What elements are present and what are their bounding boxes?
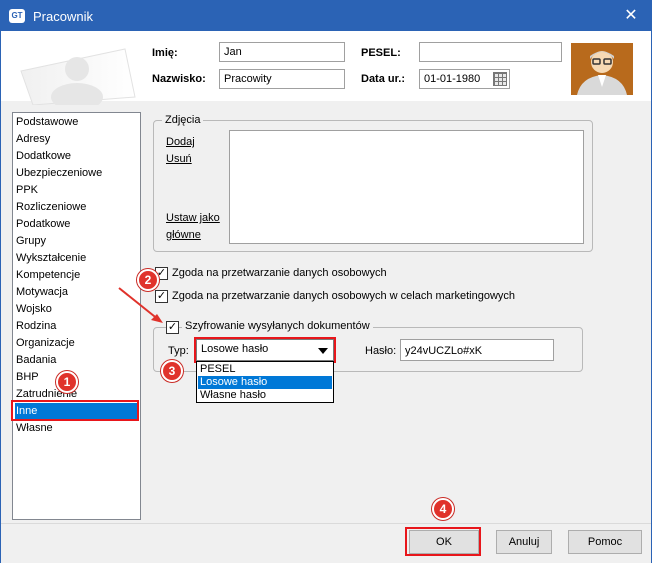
help-button[interactable]: Pomoc	[568, 530, 642, 554]
step-badge-4: 4	[432, 498, 454, 520]
step-badge-2: 2	[137, 269, 159, 291]
employee-window: GT Pracownik ✕ Imię: Jan Nazwisko: Praco	[0, 0, 652, 563]
step-badge-1: 1	[56, 371, 78, 393]
dialog-body: Imię: Jan Nazwisko: Pracowity PESEL: Dat…	[1, 31, 651, 563]
button-bar	[1, 523, 651, 563]
window-title: Pracownik	[33, 9, 93, 24]
app-icon: GT	[9, 9, 25, 23]
step-badge-3: 3	[161, 360, 183, 382]
annotation-arrow-icon	[118, 287, 163, 323]
cancel-button[interactable]: Anuluj	[496, 530, 552, 554]
close-button[interactable]: ✕	[611, 1, 651, 31]
highlight-ok-button	[405, 527, 481, 556]
title-bar[interactable]: GT Pracownik ✕	[1, 1, 651, 31]
